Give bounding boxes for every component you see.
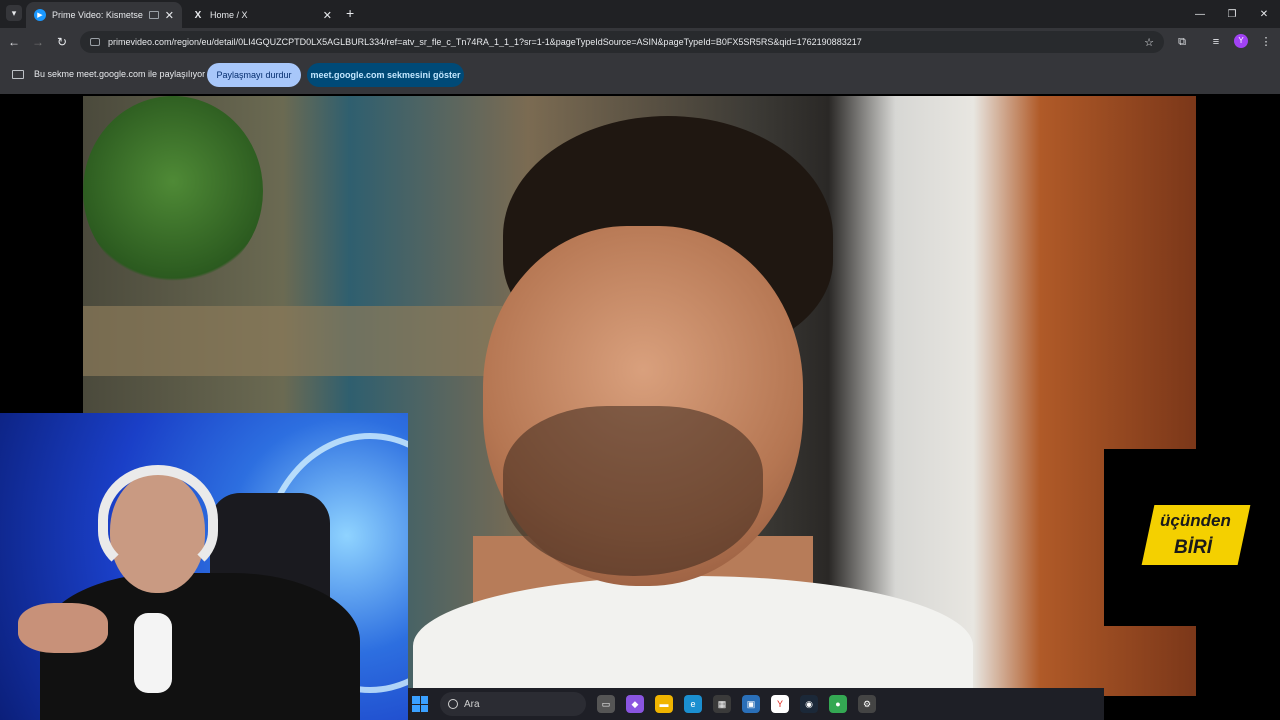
- microphone: [134, 613, 172, 693]
- screen: ▾ ▶ Prime Video: Kismetse Olur ✕ X Home …: [0, 0, 1280, 720]
- tab-title: Home / X: [210, 10, 248, 20]
- tab-sharing-icon: [148, 11, 159, 19]
- restore-icon[interactable]: ❐: [1216, 0, 1248, 28]
- yandex-icon[interactable]: Y: [771, 695, 789, 713]
- streamer-hand: [18, 603, 108, 653]
- tab-search-icon[interactable]: ▾: [6, 5, 22, 21]
- copilot-icon[interactable]: ◆: [626, 695, 644, 713]
- task-view-icon[interactable]: ▭: [597, 695, 615, 713]
- windows-start-icon[interactable]: [412, 696, 428, 712]
- share-message: Bu sekme meet.google.com ile paylaşılıyo…: [34, 69, 206, 79]
- headphones: [98, 465, 218, 575]
- webcam-overlay: [0, 413, 408, 720]
- steam-icon[interactable]: ◉: [800, 695, 818, 713]
- forward-icon[interactable]: →: [30, 34, 46, 50]
- site-info-icon[interactable]: [90, 38, 100, 46]
- stop-sharing-button[interactable]: Paylaşmayı durdur: [207, 63, 301, 87]
- channel-logo: üçünden BİRİ: [1104, 449, 1280, 626]
- bookmark-star-icon[interactable]: ☆: [1144, 36, 1154, 49]
- menu-icon[interactable]: ⋮: [1258, 34, 1274, 50]
- prime-video-icon: ▶: [34, 9, 46, 21]
- person-beard: [503, 406, 763, 576]
- background-shelf: [83, 306, 513, 376]
- logo-text-top: üçünden: [1160, 511, 1231, 530]
- address-bar[interactable]: primevideo.com/region/eu/detail/0LI4GQUZ…: [80, 31, 1164, 53]
- browser-toolbar: ← → ↻ primevideo.com/region/eu/detail/0L…: [0, 28, 1280, 56]
- screen-share-icon: [12, 70, 24, 79]
- store-icon[interactable]: ▦: [713, 695, 731, 713]
- profile-avatar[interactable]: Y: [1234, 34, 1248, 48]
- tab-title: Prime Video: Kismetse Olur: [52, 10, 143, 20]
- taskbar-search[interactable]: Ara: [440, 692, 586, 716]
- close-window-icon[interactable]: ✕: [1248, 0, 1280, 28]
- minimize-icon[interactable]: —: [1184, 0, 1216, 28]
- search-placeholder: Ara: [464, 698, 480, 710]
- logo-text-bottom: BİRİ: [1174, 537, 1212, 558]
- media-controls-icon[interactable]: ≡: [1208, 34, 1224, 50]
- taskbar: Ara ▭ ◆ ▬ e ▦ ▣ Y ◉ ● ⚙: [408, 688, 1104, 720]
- back-icon[interactable]: ←: [6, 34, 22, 50]
- extensions-icon[interactable]: ⧉: [1174, 34, 1190, 50]
- edge-icon[interactable]: e: [684, 695, 702, 713]
- url-text[interactable]: primevideo.com/region/eu/detail/0LI4GQUZ…: [108, 37, 1136, 47]
- window-controls: — ❐ ✕: [1184, 0, 1280, 28]
- photos-icon[interactable]: ▣: [742, 695, 760, 713]
- tab-x-home[interactable]: X Home / X ✕: [184, 2, 340, 28]
- background-plant: [83, 96, 263, 286]
- tab-strip: ▾ ▶ Prime Video: Kismetse Olur ✕ X Home …: [0, 0, 1280, 28]
- close-icon[interactable]: ✕: [323, 9, 332, 22]
- new-tab-button[interactable]: +: [346, 5, 354, 21]
- search-icon: [448, 699, 458, 709]
- file-explorer-icon[interactable]: ▬: [655, 695, 673, 713]
- tab-prime-video[interactable]: ▶ Prime Video: Kismetse Olur ✕: [26, 2, 182, 28]
- x-logo-icon: X: [194, 9, 202, 21]
- close-icon[interactable]: ✕: [165, 9, 174, 22]
- reload-icon[interactable]: ↻: [54, 34, 70, 50]
- chrome-icon[interactable]: ●: [829, 695, 847, 713]
- settings-icon[interactable]: ⚙: [858, 695, 876, 713]
- tab-share-bar: Bu sekme meet.google.com ile paylaşılıyo…: [0, 56, 1280, 94]
- show-meet-tab-button[interactable]: meet.google.com sekmesini göster: [307, 63, 464, 87]
